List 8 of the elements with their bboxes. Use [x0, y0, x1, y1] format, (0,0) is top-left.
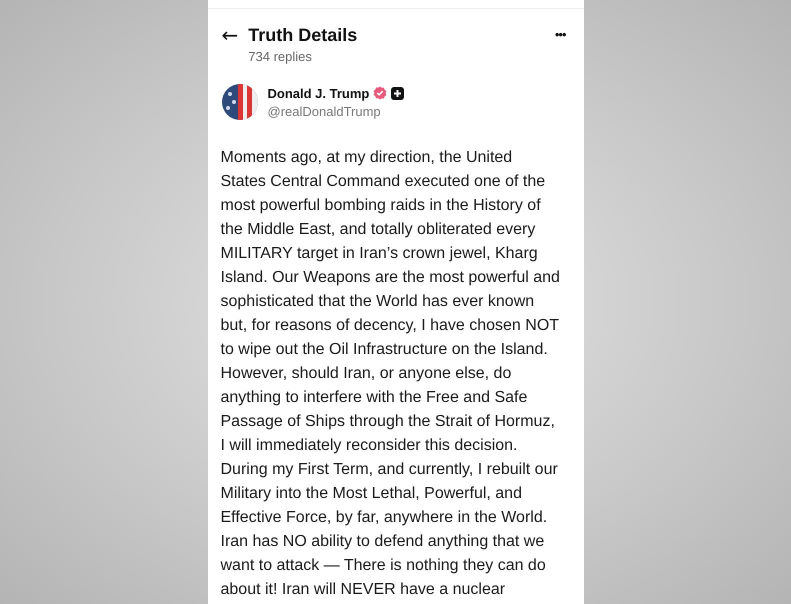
author-handle: @realDonaldTrump [268, 104, 382, 118]
plus-badge-icon [391, 86, 404, 100]
more-button[interactable]: ••• [554, 23, 566, 47]
author-name: Donald J. Trump [268, 86, 370, 100]
back-button[interactable]: ← [222, 23, 238, 47]
post-text: Moments ago, at my direction, the United States Central Command executed one of the most powerful bombing raids in the History of the Middle East, and totally obliterated every MILITARY target in Iran’s crown jewel, Kharg Island. Our Weapons are the most powerful and sophisticated that the World has ever known but, for reasons of decency, I have chosen NOT to wipe out the Oil Infrastructure on the Island. However, should Iran, or anyone else, do anything to interfere with the Free and Safe Passage of Ships through the Strait of Hormuz, I will immediately reconsider this decision. During my First Term, and currently, I rebuilt our Military into the Most Lethal, Powerful, and Effective Force, by far, anywhere in the World. Iran has NO ability to defend anything that we want to attack — There is nothing they can do about it! Iran will NEVER have a nuclear [220, 148, 561, 600]
reply-count: 734 replies [248, 49, 313, 64]
page-title: Truth Details [248, 24, 358, 47]
